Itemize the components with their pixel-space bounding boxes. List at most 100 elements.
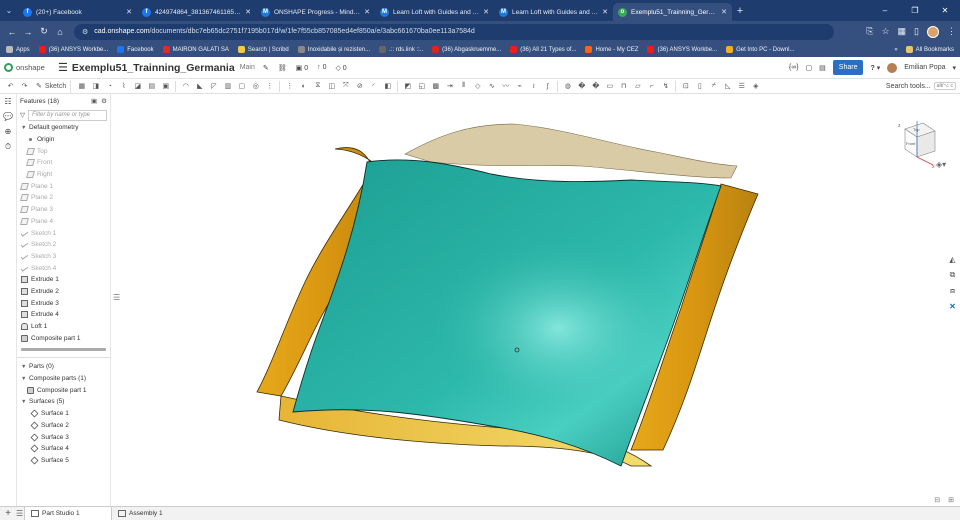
share-button[interactable]: Share	[832, 60, 864, 75]
chevron-down-icon[interactable]: ▼	[21, 125, 26, 131]
parts-tree-item[interactable]: Composite part 1	[17, 384, 110, 396]
bookmark-item[interactable]: Apps	[6, 46, 30, 53]
parts-tree-item[interactable]: ▼ Surfaces (5)	[17, 396, 110, 408]
feature-item[interactable]: Top	[17, 145, 110, 157]
close-tab-icon[interactable]: ✕	[245, 8, 251, 16]
enclose-tool-icon[interactable]: ▣	[159, 80, 172, 93]
bookmark-item[interactable]: (36) ANSYS Workbe...	[38, 46, 108, 53]
branch-label[interactable]: Main	[240, 64, 255, 71]
chevron-down-icon[interactable]: ▼	[21, 376, 26, 382]
reload-icon[interactable]: ↻	[36, 26, 52, 37]
restore-icon[interactable]: ❐	[900, 0, 930, 21]
fillet-tool-icon[interactable]: ◠	[179, 80, 192, 93]
custom-features-tool-icon[interactable]: ◈	[749, 80, 762, 93]
variables-icon[interactable]: ⊕	[5, 127, 12, 136]
chevron-down-icon[interactable]: ▼	[21, 364, 26, 370]
feature-item[interactable]: ▼ Default geometry	[17, 122, 110, 134]
feature-list-icon[interactable]: ☷	[4, 97, 11, 106]
draft-tool-icon[interactable]: ◸	[207, 80, 220, 93]
feature-item[interactable]: Extrude 4	[17, 309, 110, 321]
feature-item[interactable]: Plane 1	[17, 180, 110, 192]
bookmark-star-icon[interactable]: ☆	[881, 26, 889, 37]
bridging-curve-tool-icon[interactable]: ≀	[527, 80, 540, 93]
sweep-tool-icon[interactable]: ⌇	[117, 80, 130, 93]
offset-surface-tool-icon[interactable]: ◱	[415, 80, 428, 93]
bookmark-item[interactable]: .:: rds.link ::..	[379, 46, 423, 53]
project-curves-tool-icon[interactable]: ⌁	[513, 80, 526, 93]
back-icon[interactable]: ←	[4, 27, 20, 37]
ruled-surface-tool-icon[interactable]: ⫴	[457, 80, 470, 93]
code-icon[interactable]: {∞}	[789, 64, 799, 71]
link-icon[interactable]: ⛓	[278, 64, 287, 72]
linear-pattern-tool-icon[interactable]: ⋮	[263, 80, 276, 93]
notifications-icon[interactable]: ▢	[806, 64, 813, 72]
browser-tab[interactable]: f (20+) Facebook ✕	[18, 3, 137, 21]
feature-item[interactable]: Plane 3	[17, 204, 110, 216]
thicken-tool-icon[interactable]: ▤	[145, 80, 158, 93]
bookmark-item[interactable]: (36) Abgaskruemme...	[432, 46, 501, 53]
composite-curve-tool-icon[interactable]: ∫	[541, 80, 554, 93]
shell-tool-icon[interactable]: ▢	[235, 80, 248, 93]
modify-fillet-tool-icon[interactable]: ◜	[367, 80, 380, 93]
parts-tree-item[interactable]: Surface 4	[17, 443, 110, 455]
document-tab[interactable]: Part Studio 1	[24, 507, 112, 520]
new-tab-button[interactable]: +	[732, 5, 748, 17]
extensions-icon[interactable]: ▦	[898, 26, 907, 37]
close-tab-icon[interactable]: ✕	[602, 8, 608, 16]
trim-tool-icon[interactable]: ▯	[693, 80, 706, 93]
close-window-icon[interactable]: ✕	[930, 0, 960, 21]
main-menu-icon[interactable]: ☰	[58, 61, 68, 74]
edit-pencil-icon[interactable]: ✎	[263, 64, 269, 72]
fill-tool-icon[interactable]: ▩	[429, 80, 442, 93]
split-tool-icon[interactable]: ◫	[325, 80, 338, 93]
model-canvas[interactable]	[111, 94, 945, 506]
panel-divider[interactable]	[17, 357, 110, 359]
boundary-surface-tool-icon[interactable]: ◇	[471, 80, 484, 93]
extrude-tool-icon[interactable]: ◨	[89, 80, 102, 93]
feature-item[interactable]: Sketch 2	[17, 239, 110, 251]
feature-item[interactable]: Sketch 3	[17, 251, 110, 263]
bookmark-item[interactable]: MAIRON GALATI SA	[162, 46, 229, 53]
user-menu-chevron-icon[interactable]: ▾	[952, 64, 956, 72]
rib-tool-icon[interactable]: ▥	[221, 80, 234, 93]
bookmark-item[interactable]: Inoxidabile și rezisten...	[297, 46, 370, 53]
measure-icon[interactable]: ⧈	[950, 286, 955, 296]
app-store-icon[interactable]: ▤	[819, 64, 826, 72]
parts-tree-item[interactable]: Surface 3	[17, 431, 110, 443]
transform-tool-icon[interactable]: ⤧	[339, 80, 352, 93]
browser-tab[interactable]: M ONSHAPE Progress - Mind Lum... ✕	[256, 3, 375, 21]
3d-fit-spline-tool-icon[interactable]: 〰	[499, 80, 512, 93]
profile-avatar[interactable]	[927, 25, 939, 38]
comments-count[interactable]: ◇ 0	[335, 64, 346, 72]
parts-tree-item[interactable]: ▼ Parts (0)	[17, 361, 110, 373]
document-tab[interactable]: Assembly 1	[112, 507, 200, 520]
mirror-tool-icon[interactable]: ◐	[297, 80, 310, 93]
cut-list-tool-icon[interactable]: ◺	[721, 80, 734, 93]
parts-tree-item[interactable]: Surface 1	[17, 408, 110, 420]
flange-tool-icon[interactable]: ▭	[603, 80, 616, 93]
site-info-icon[interactable]: ⚙	[82, 28, 88, 36]
finish-tool-icon[interactable]: ☰	[735, 80, 748, 93]
gusset-tool-icon[interactable]: ⌿	[707, 80, 720, 93]
parts-tree-item[interactable]: ▼ Composite parts (1)	[17, 373, 110, 385]
browser-tab[interactable]: M Learn Loft with Guides and Poi... ✕	[494, 3, 613, 21]
rollback-bar[interactable]	[21, 348, 106, 352]
bookmark-item[interactable]: Get Into PC - Downl...	[726, 46, 794, 53]
variable-tool-icon[interactable]: �	[575, 80, 588, 93]
configurations-icon[interactable]: ⧉	[950, 270, 956, 280]
all-bookmarks-link[interactable]: All Bookmarks	[905, 46, 954, 53]
feature-item[interactable]: Origin	[17, 134, 110, 146]
home-icon[interactable]: ⌂	[52, 27, 68, 37]
browser-tab[interactable]: f 424974864_381367461165453... ✕	[137, 3, 256, 21]
unfold-tool-icon[interactable]: ↯	[659, 80, 672, 93]
feature-item[interactable]: Sketch 1	[17, 227, 110, 239]
menu-kebab-icon[interactable]: ⋮	[947, 26, 956, 37]
boolean-tool-icon[interactable]: ⧖	[311, 80, 324, 93]
move-face-tool-icon[interactable]: ◧	[381, 80, 394, 93]
cast-icon[interactable]: ⎘	[866, 26, 873, 37]
sketch-button[interactable]: ✎ Sketch	[32, 79, 72, 93]
close-tab-icon[interactable]: ✕	[364, 8, 370, 16]
sheet-metal-tool-icon[interactable]: �	[589, 80, 602, 93]
redo-icon[interactable]: ↷	[18, 80, 31, 93]
graphics-viewport[interactable]	[111, 94, 945, 506]
